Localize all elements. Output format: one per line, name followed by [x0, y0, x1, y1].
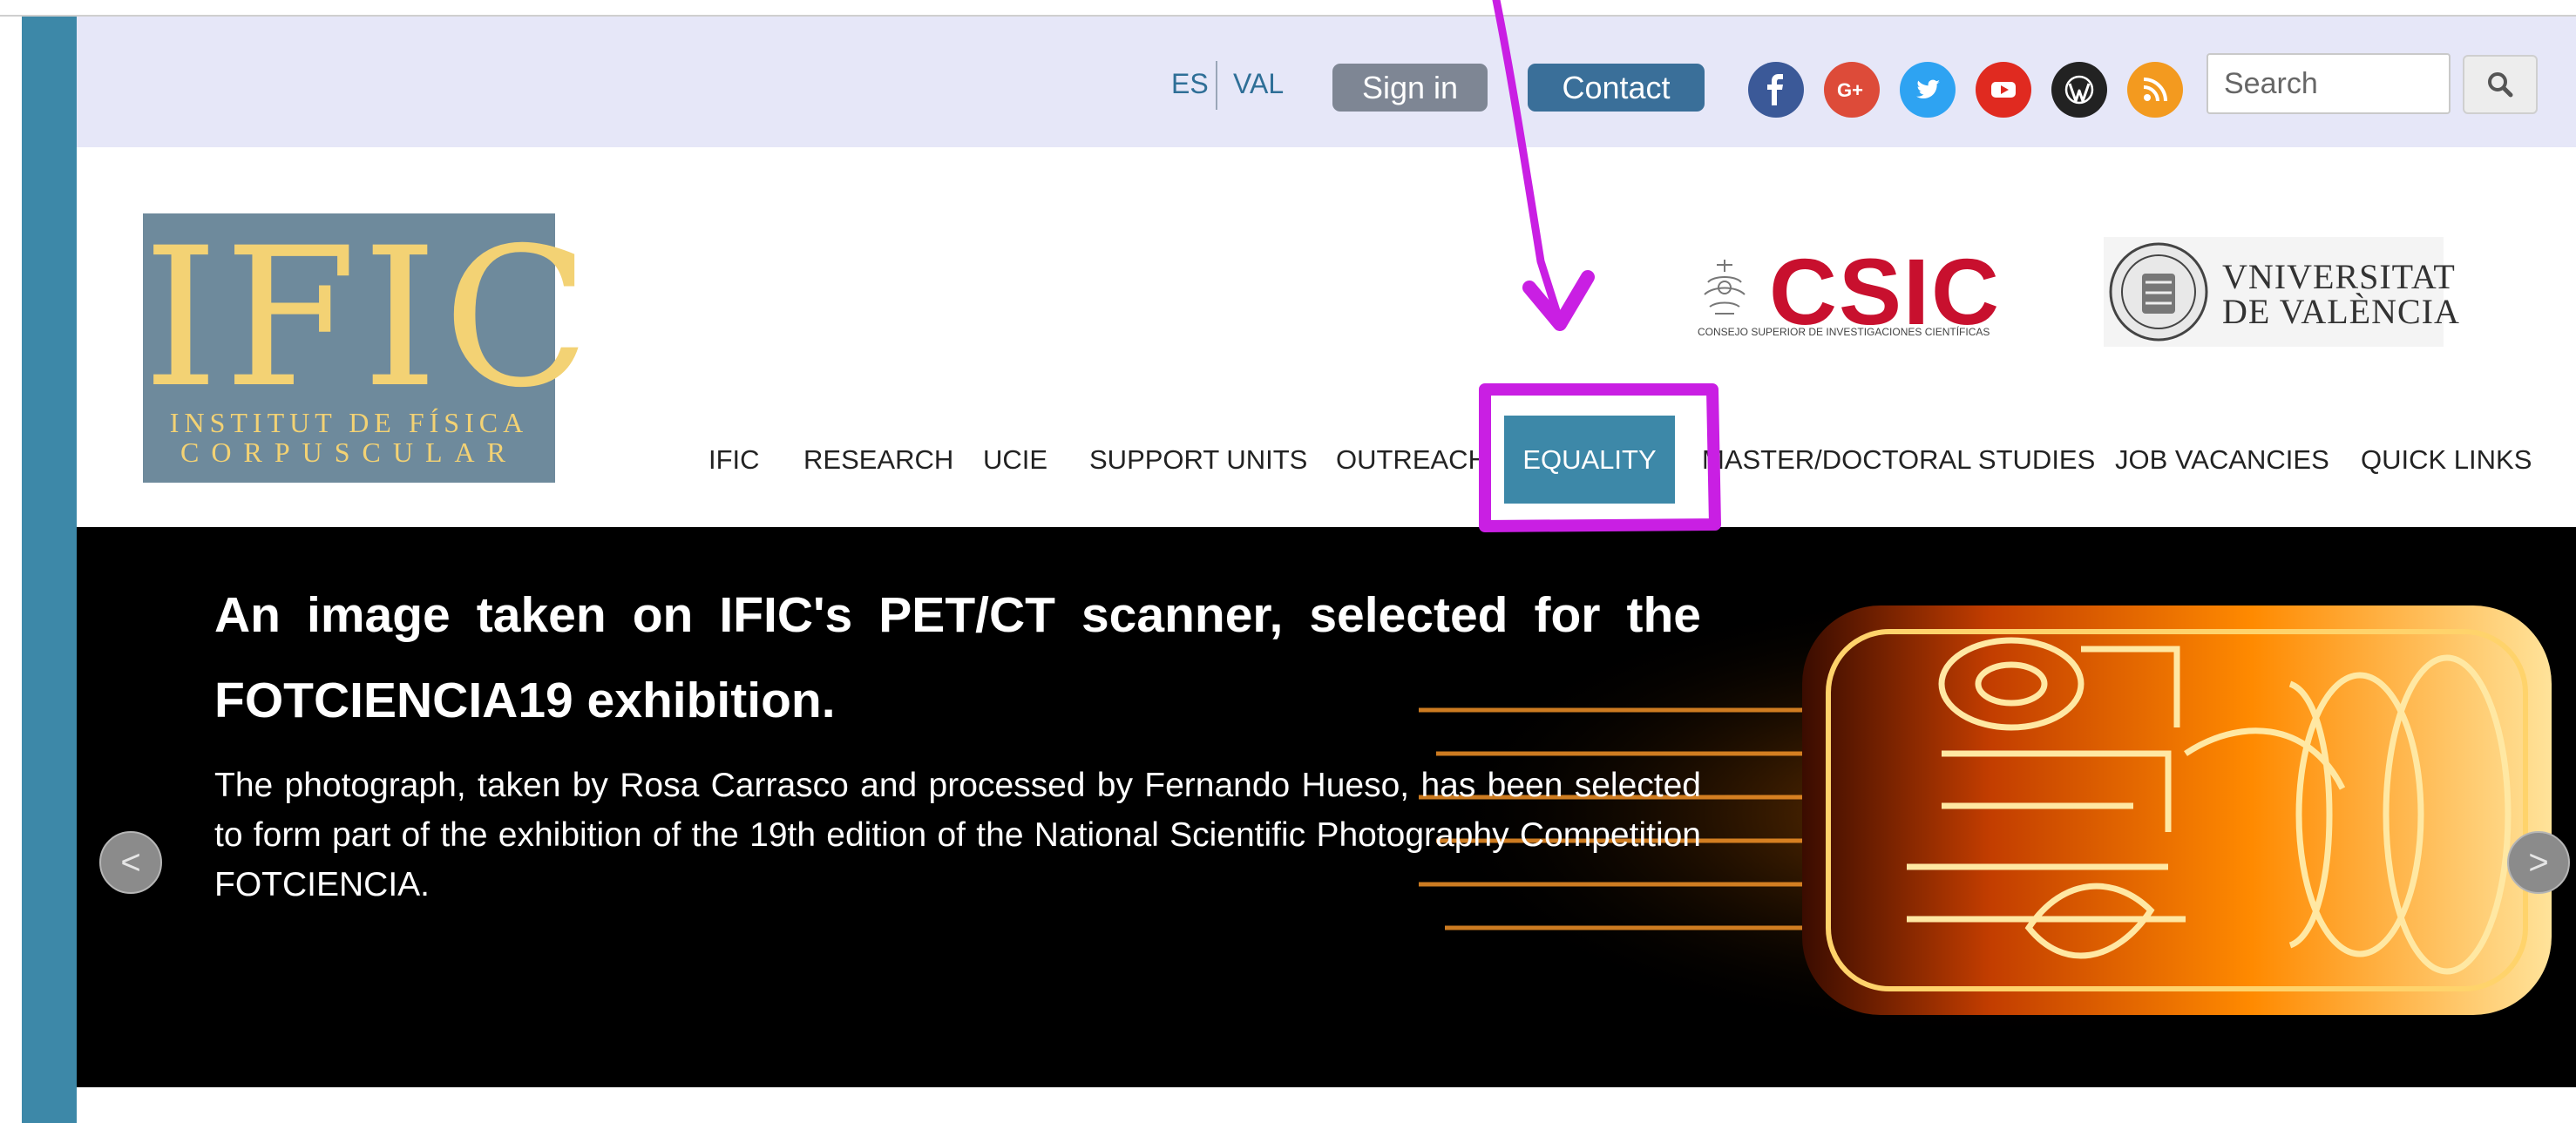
language-separator	[1216, 61, 1217, 110]
search-input[interactable]	[2207, 53, 2451, 114]
nav-item-job-vacancies[interactable]: JOB VACANCIES	[2115, 444, 2329, 476]
nav-item-research[interactable]: RESEARCH	[803, 444, 953, 476]
nav-item-ucie[interactable]: UCIE	[983, 444, 1047, 476]
nav-item-quick-links[interactable]: QUICK LINKS	[2361, 444, 2532, 476]
slider-next-button[interactable]: >	[2507, 831, 2570, 894]
svg-text:G+: G+	[1837, 79, 1863, 101]
rss-icon[interactable]	[2127, 62, 2183, 118]
search-button[interactable]	[2463, 55, 2538, 114]
top-rule	[0, 0, 2576, 17]
ific-logo-line2: CORPUSCULAR	[180, 436, 518, 468]
csic-logo[interactable]: CSIC CONSEJO SUPERIOR DE INVESTIGACIONES…	[1694, 239, 2030, 345]
nav-item-master-doctoral-studies[interactable]: MASTER/DOCTORAL STUDIES	[1702, 444, 2095, 476]
hero-title[interactable]: An image taken on IFIC's PET/CT scanner,…	[214, 572, 1701, 743]
nav-item-support-units[interactable]: SUPPORT UNITS	[1089, 444, 1307, 476]
nav-item-equality[interactable]: EQUALITY	[1504, 416, 1675, 504]
ific-logo-text: IFIC	[143, 206, 595, 430]
uv-line2: DE VALÈNCIA	[2222, 292, 2460, 331]
facebook-icon[interactable]	[1748, 62, 1804, 118]
utility-bar	[77, 17, 2576, 147]
annotation-arrow-head	[1522, 270, 1595, 331]
language-val-link[interactable]: VAL	[1233, 68, 1284, 100]
sign-in-button[interactable]: Sign in	[1332, 64, 1488, 112]
universitat-valencia-logo[interactable]: VNIVERSITAT DE VALÈNCIA	[2104, 237, 2459, 347]
contact-button[interactable]: Contact	[1528, 64, 1705, 112]
google-plus-icon[interactable]: G+	[1824, 62, 1880, 118]
page-bottom-area	[77, 1087, 2576, 1123]
university-seal-icon	[2109, 242, 2208, 342]
wordpress-icon[interactable]	[2051, 62, 2107, 118]
search-icon	[2488, 72, 2513, 98]
hero-description: The photograph, taken by Rosa Carrasco a…	[214, 767, 1701, 903]
ific-logo[interactable]: IFIC INSTITUT DE FÍSICA CORPUSCULAR	[143, 206, 595, 483]
csic-crest-icon	[1704, 260, 1746, 315]
hero-slider: An image taken on IFIC's PET/CT scanner,…	[77, 527, 2576, 1087]
youtube-icon[interactable]	[1976, 62, 2031, 118]
nav-item-ific[interactable]: IFIC	[708, 444, 760, 476]
ific-logo-line1: INSTITUT DE FÍSICA	[169, 407, 529, 438]
slider-prev-button[interactable]: <	[99, 831, 162, 894]
csic-subtitle: CONSEJO SUPERIOR DE INVESTIGACIONES CIEN…	[1698, 326, 1990, 338]
left-accent-band	[22, 17, 77, 1123]
twitter-icon[interactable]	[1900, 62, 1956, 118]
language-es-link[interactable]: ES	[1171, 68, 1209, 100]
nav-item-outreach[interactable]: OUTREACH	[1336, 444, 1488, 476]
